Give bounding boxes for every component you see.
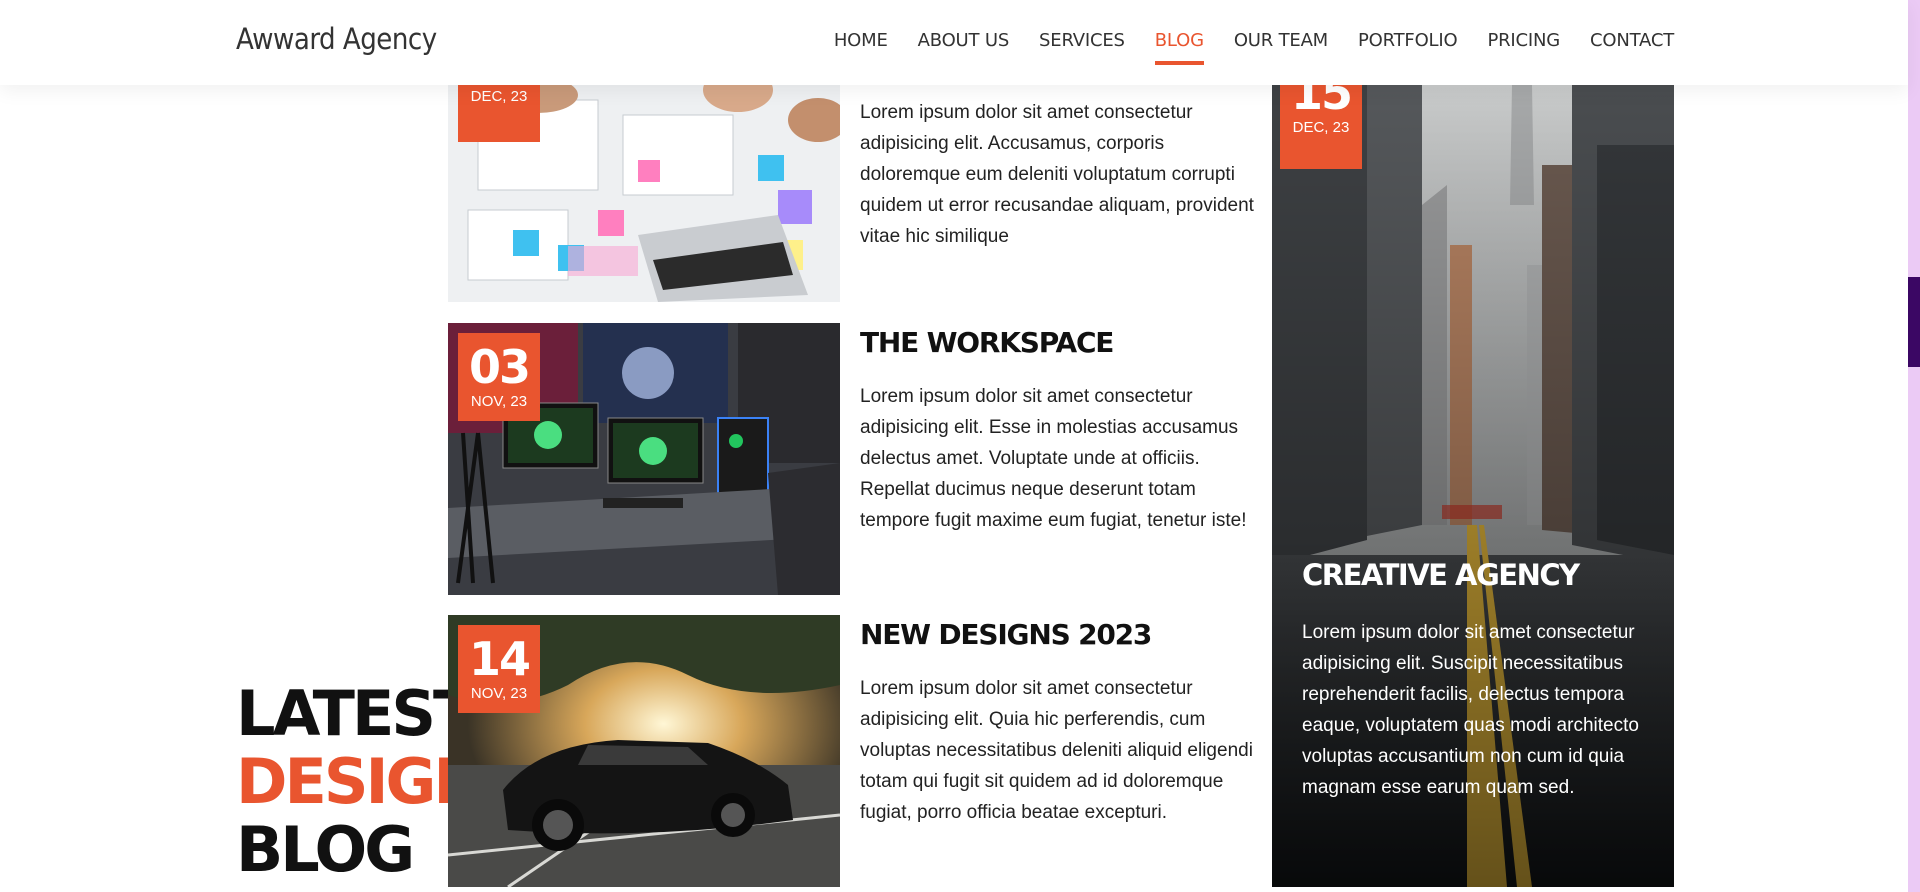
post-title[interactable]: THE WORKSPACE xyxy=(860,323,1260,363)
date-badge: 03 NOV, 23 xyxy=(458,333,540,421)
post-image-workspace[interactable]: 03 NOV, 23 xyxy=(448,323,840,595)
nav-about-us[interactable]: ABOUT US xyxy=(918,30,1010,51)
post-text: Lorem ipsum dolor sit amet consectetur a… xyxy=(860,97,1260,252)
nav-our-team[interactable]: OUR TEAM xyxy=(1234,30,1328,51)
nav-blog[interactable]: BLOG xyxy=(1154,30,1204,65)
post-excerpt: Lorem ipsum dolor sit amet consectetur a… xyxy=(860,102,1254,247)
date-badge: 15 DEC, 23 xyxy=(1280,85,1362,169)
post-image-car[interactable]: 14 NOV, 23 xyxy=(448,615,840,887)
post-image-sketch[interactable]: 24 DEC, 23 xyxy=(448,60,840,302)
feature-excerpt: Lorem ipsum dolor sit amet consectetur a… xyxy=(1302,622,1639,798)
post-text: THE WORKSPACE Lorem ipsum dolor sit amet… xyxy=(860,323,1260,536)
nav-contact[interactable]: CONTACT xyxy=(1590,30,1674,51)
date-month: DEC, 23 xyxy=(470,88,528,105)
main-nav: HOME ABOUT US SERVICES BLOG OUR TEAM POR… xyxy=(834,30,1674,65)
section-headline: LATEST DESIGN BLOG xyxy=(236,677,485,886)
headline-line-3: BLOG xyxy=(236,813,415,886)
headline-line-1: LATEST xyxy=(236,677,475,750)
date-badge: 14 NOV, 23 xyxy=(458,625,540,713)
post-title[interactable]: NEW DESIGNS 2023 xyxy=(860,615,1260,655)
post-text: NEW DESIGNS 2023 Lorem ipsum dolor sit a… xyxy=(860,615,1260,828)
date-month: NOV, 23 xyxy=(470,393,528,410)
nav-portfolio[interactable]: PORTFOLIO xyxy=(1358,30,1458,51)
nav-home[interactable]: HOME xyxy=(834,30,888,51)
date-day: 15 xyxy=(1290,85,1353,120)
feature-title[interactable]: CREATIVE AGENCY xyxy=(1302,555,1580,595)
brand-logo[interactable]: Awward Agency xyxy=(236,22,437,56)
top-navbar: Awward Agency HOME ABOUT US SERVICES BLO… xyxy=(0,0,1908,85)
nav-pricing[interactable]: PRICING xyxy=(1487,30,1560,51)
featured-post[interactable]: 15 DEC, 23 CREATIVE AGENCY Lorem ipsum d… xyxy=(1272,85,1674,887)
date-day: 14 xyxy=(468,632,531,686)
date-month: DEC, 23 xyxy=(1292,119,1350,136)
date-month: NOV, 23 xyxy=(470,685,528,702)
headline-line-2: DESIGN xyxy=(236,745,485,818)
nav-services[interactable]: SERVICES xyxy=(1039,30,1125,51)
scrollbar-track[interactable] xyxy=(1908,0,1920,892)
post-excerpt: Lorem ipsum dolor sit amet consectetur a… xyxy=(860,678,1253,823)
scrollbar-thumb[interactable] xyxy=(1908,277,1920,367)
date-day: 03 xyxy=(468,340,531,394)
post-excerpt: Lorem ipsum dolor sit amet consectetur a… xyxy=(860,386,1247,531)
